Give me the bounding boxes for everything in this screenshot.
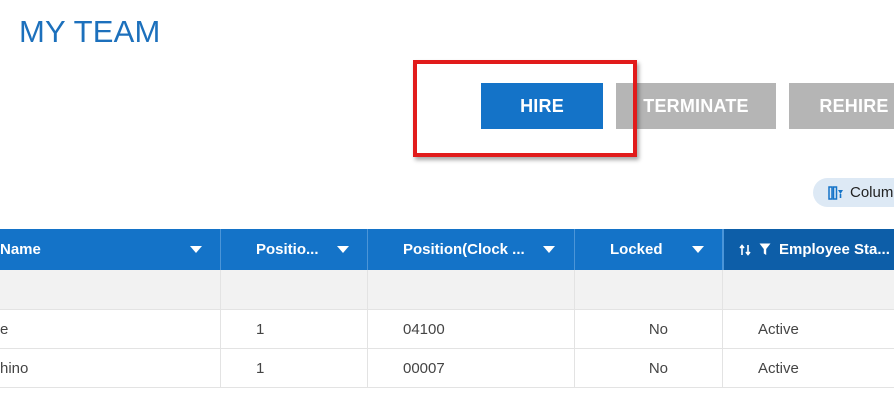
columns-label: Colum [850, 184, 894, 201]
cell-position: 1 [221, 310, 368, 348]
columns-icon [828, 185, 843, 200]
header-locked[interactable]: Locked [575, 229, 723, 270]
header-name[interactable]: Name [0, 229, 221, 270]
header-position[interactable]: Positio... [221, 229, 368, 270]
cell-locked: No [575, 310, 723, 348]
rehire-button[interactable]: REHIRE [789, 83, 894, 129]
cell-employee-status: Active [758, 359, 799, 377]
team-grid: Name Positio... Position(Clock ... Locke… [0, 229, 894, 388]
caret-down-icon[interactable] [337, 246, 349, 253]
grid-header: Name Positio... Position(Clock ... Locke… [0, 229, 894, 270]
cell-position-clock: 00007 [368, 349, 575, 387]
filter-cell-position[interactable] [221, 270, 368, 309]
cell-position-clock: 04100 [368, 310, 575, 348]
filter-icon[interactable] [759, 243, 771, 256]
caret-down-icon[interactable] [190, 246, 202, 253]
filter-row [0, 270, 894, 310]
table-row[interactable]: hino 1 00007 No Active [0, 349, 894, 388]
header-position-clock-label: Position(Clock ... [403, 241, 525, 258]
header-position-label: Positio... [256, 241, 319, 258]
filter-cell-name[interactable] [0, 270, 221, 309]
cell-position: 1 [221, 349, 368, 387]
terminate-button[interactable]: TERMINATE [616, 83, 776, 129]
sort-icon[interactable] [739, 243, 752, 256]
header-employee-status-label: Employee Sta... [779, 241, 890, 258]
table-row[interactable]: e 1 04100 No Active [0, 310, 894, 349]
my-team-page: MY TEAM HIRE TERMINATE REHIRE Colum Name… [0, 0, 894, 398]
header-employee-status[interactable]: Employee Sta... [723, 229, 894, 270]
header-name-label: Name [0, 241, 41, 258]
cell-employee-status: Active [758, 320, 799, 338]
cell-name: e [0, 310, 221, 348]
filter-cell-employee-status[interactable] [723, 270, 894, 309]
header-locked-label: Locked [610, 241, 663, 258]
filter-cell-locked[interactable] [575, 270, 723, 309]
cell-name: hino [0, 349, 221, 387]
header-position-clock[interactable]: Position(Clock ... [368, 229, 575, 270]
highlight-annotation-box [413, 60, 637, 157]
page-title: MY TEAM [19, 14, 161, 49]
cell-locked: No [575, 349, 723, 387]
columns-button[interactable]: Colum [813, 178, 894, 207]
caret-down-icon[interactable] [692, 246, 704, 253]
caret-down-icon[interactable] [543, 246, 555, 253]
filter-cell-position-clock[interactable] [368, 270, 575, 309]
